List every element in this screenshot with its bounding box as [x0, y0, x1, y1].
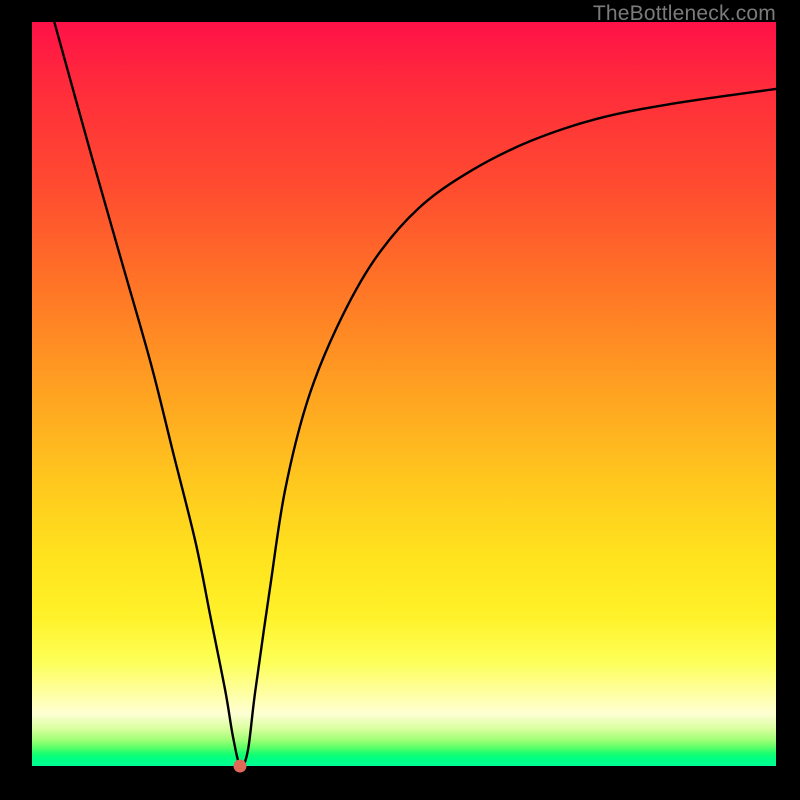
chart-frame: TheBottleneck.com: [0, 0, 800, 800]
bottleneck-curve: [32, 22, 776, 766]
plot-area: [32, 22, 776, 766]
curve-path: [54, 22, 776, 766]
minimum-marker: [234, 760, 247, 773]
